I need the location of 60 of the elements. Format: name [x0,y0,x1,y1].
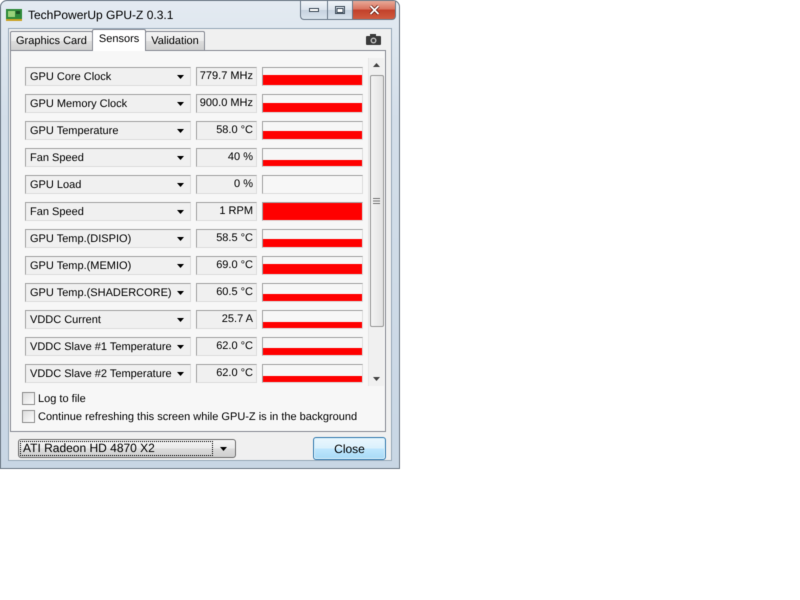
sensor-dropdown[interactable]: GPU Core Clock [25,67,191,86]
maximize-icon [335,6,345,14]
sensor-dropdown[interactable]: VDDC Slave #2 Temperature [25,364,191,383]
device-dropdown[interactable]: ATI Radeon HD 4870 X2 [18,439,236,458]
sensor-reading: 1 RPM [196,202,257,221]
sensor-reading: 40 % [196,148,257,167]
sensor-reading: 60.5 °C [196,283,257,302]
sensor-reading: 779.7 MHz [196,67,257,86]
caret-icon [177,236,184,240]
sensor-reading: 58.5 °C [196,229,257,248]
graphics-card-icon [6,8,22,20]
sensor-dropdown[interactable]: GPU Temperature [25,121,191,140]
caret-icon [177,182,184,186]
checkbox-label[interactable]: Continue refreshing this screen while GPU-Z is in the background [38,410,358,422]
caret-icon [220,446,227,450]
scrollbar-thumb[interactable] [370,75,384,327]
tab[interactable]: Validation [145,31,205,50]
close-icon [368,5,380,15]
caret-icon [177,290,184,294]
caret-icon [177,344,184,348]
minimize-icon [309,8,319,12]
close-window-button[interactable] [353,1,396,20]
caret-icon [177,264,184,268]
camera-icon[interactable] [366,34,381,45]
caret-icon [177,102,184,106]
sensor-reading: 58.0 °C [196,121,257,140]
sensor-dropdown[interactable]: VDDC Current [25,310,191,329]
maximize-button[interactable] [327,1,353,20]
sensor-dropdown[interactable]: GPU Load [25,175,191,194]
sensor-dropdown[interactable]: GPU Temp.(SHADERCORE) [25,283,191,302]
checkbox[interactable] [22,410,35,423]
sensor-dropdown[interactable]: GPU Temp.(MEMIO) [25,256,191,275]
close-button[interactable]: Close [313,437,386,460]
caret-icon [177,372,184,376]
checkbox[interactable] [22,392,35,405]
sensor-reading: 0 % [196,175,257,194]
sensor-dropdown[interactable]: GPU Temp.(DISPIO) [25,229,191,248]
sensor-reading: 62.0 °C [196,337,257,356]
caret-icon [177,128,184,132]
sensor-dropdown[interactable]: VDDC Slave #1 Temperature [25,337,191,356]
sensor-dropdown[interactable]: Fan Speed [25,148,191,167]
sensor-dropdown[interactable]: GPU Memory Clock [25,94,191,113]
caret-icon [177,156,184,160]
scroll-up-icon[interactable] [373,63,380,67]
caret-icon [177,210,184,214]
sensor-dropdown[interactable]: Fan Speed [25,202,191,221]
caret-icon [177,74,184,78]
tab[interactable]: Graphics Card [10,31,93,50]
sensor-reading: 25.7 A [196,310,257,329]
minimize-button[interactable] [300,1,327,20]
caret-icon [177,318,184,322]
checkbox-label[interactable]: Log to file [38,392,86,404]
window-title: TechPowerUp GPU-Z 0.3.1 [28,8,174,22]
sensor-reading: 900.0 MHz [196,94,257,113]
sensor-reading: 62.0 °C [196,364,257,383]
grip-icon [373,198,380,204]
scrollbar[interactable] [368,58,384,386]
sensor-reading: 69.0 °C [196,256,257,275]
tab[interactable]: Sensors [92,29,146,51]
scroll-down-icon[interactable] [373,377,380,381]
